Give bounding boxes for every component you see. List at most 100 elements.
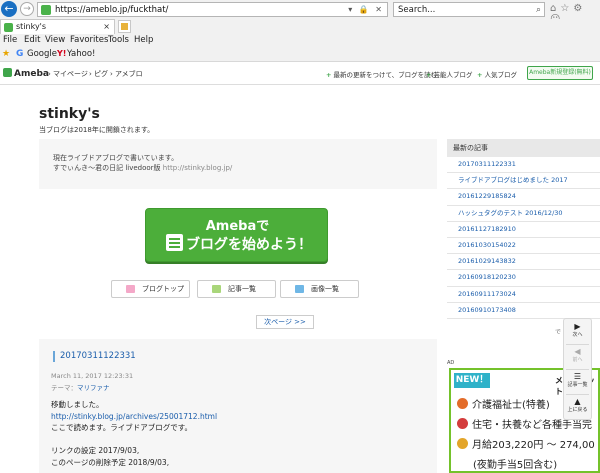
header-link-pigg[interactable]: › ピグ [89, 69, 108, 79]
divider [566, 394, 589, 395]
tab-close-icon[interactable]: × [103, 21, 110, 33]
ameba-logo-icon [3, 68, 12, 77]
header-right-link-popular[interactable]: + 人気ブログ [477, 69, 517, 79]
blog-top-button[interactable]: ブログトップ [111, 280, 190, 298]
ad-line-3-text: 月給203,220円 〜 274,00 [472, 440, 595, 451]
header-link-mypage-label: マイページ [53, 70, 88, 78]
entry-body-line: 移動しました。 [51, 400, 104, 409]
sidebar-item[interactable]: 20161030154022 [447, 238, 600, 255]
start-blog-button[interactable]: Amebaで ブログを始めよう！ [145, 208, 328, 262]
blog-icon [166, 234, 183, 251]
sidebar-recent-articles: 最新の記事 20170311122331 ライブドアブログはじめました 2017… [447, 139, 600, 319]
ad-new-badge: NEW！ [454, 373, 490, 388]
profile-text: 現在ライブドアブログで書いています。 [53, 154, 179, 162]
header-right-link-celebrity-label: 芸能人ブログ [433, 71, 473, 79]
menu-help[interactable]: Help [134, 35, 153, 46]
plus-icon: + [477, 71, 483, 79]
header-right-link-read-label: 最新の更新をつけて、ブログを読む [333, 71, 438, 79]
global-header: Ameba › マイページ › ピグ › アメブロ + 最新の更新をつけて、ブログ… [0, 62, 600, 85]
image-list-button[interactable]: 画像一覧 [280, 280, 359, 298]
url-text: https://ameblo.jp/fuckthat/ [55, 5, 169, 15]
signup-button[interactable]: Ameba新規登録(無料) [527, 66, 593, 80]
entry-title[interactable]: 20170311122331 [53, 351, 136, 362]
plus-icon: + [326, 71, 332, 79]
prev-label: 前へ [572, 357, 583, 363]
sidebar-item[interactable]: 20161029143832 [447, 254, 600, 271]
back-button[interactable]: ← [1, 1, 17, 17]
article-list-widget-button[interactable]: ☰ 記事一覧 [564, 372, 591, 388]
entry-body-line [51, 434, 217, 446]
menu-favorites[interactable]: Favorites [70, 35, 108, 46]
divider [566, 344, 589, 345]
sidebar-item[interactable]: ライブドアブログはじめました 2017 [447, 173, 600, 190]
blog-title[interactable]: stinky's [39, 106, 100, 122]
sidebar-item[interactable]: 20160911173024 [447, 287, 600, 303]
header-right-link-celebrity[interactable]: + 芸能人ブログ [426, 69, 472, 79]
entry-theme: テーマ：マリファナ [51, 382, 110, 392]
tab-stinky[interactable]: stinky's × [0, 19, 115, 34]
menu-edit[interactable]: Edit [24, 35, 40, 46]
arrow-left-icon: ◀ [574, 347, 581, 356]
next-label: 次へ [572, 332, 583, 338]
hand-icon [457, 418, 468, 429]
favorites-star-icon[interactable]: ★ [2, 49, 10, 59]
header-right-link-read[interactable]: + 最新の更新をつけて、ブログを読む [326, 69, 437, 79]
menu-view[interactable]: View [45, 35, 65, 46]
search-field[interactable]: Search... ⌕ [393, 2, 545, 17]
blog-description: 当ブログは2018年に開鎖されます。 [39, 126, 155, 134]
arrow-up-icon: ▲ [574, 397, 581, 406]
new-tab-button[interactable] [118, 20, 131, 33]
header-right-link-popular-label: 人気ブログ [484, 71, 517, 79]
favorite-google[interactable]: Google [27, 49, 57, 59]
ameba-logo[interactable]: Ameba [3, 68, 49, 79]
search-icon[interactable]: ⌕ [536, 4, 541, 16]
prev-article-button[interactable]: ◀ 前へ [564, 347, 591, 363]
yahoo-icon: Y! [57, 49, 67, 58]
sidebar-item[interactable]: 20161127182910 [447, 222, 600, 238]
site-favicon-icon [41, 5, 51, 15]
menu-file[interactable]: File [3, 35, 17, 46]
ad-line-2-text: 住宅・扶養など各種手当完 [472, 420, 592, 431]
profile-source: livedoor版 [125, 164, 161, 172]
favorites-bar: ★ G Google Y! Yahoo! [0, 47, 600, 62]
favorite-yahoo[interactable]: Yahoo! [67, 49, 95, 59]
google-icon: G [16, 49, 24, 59]
entry-theme-label: テーマ： [51, 384, 77, 392]
lock-refresh-icon[interactable]: ▾ 🔒 ✕ [348, 4, 384, 16]
header-link-pigg-label: ピグ [94, 70, 109, 78]
entry-theme-link[interactable]: マリファナ [77, 384, 110, 392]
list-label: 記事一覧 [567, 382, 588, 388]
scroll-widget: ▶ 次へ ◀ 前へ ☰ 記事一覧 ▲ 上に戻る [563, 318, 592, 420]
next-page-link[interactable]: 次ページ >> [256, 315, 314, 329]
sidebar-item[interactable]: 20170311122331 [447, 157, 600, 174]
entry-body-link[interactable]: http://stinky.blog.jp/archives/25001712.… [51, 411, 217, 423]
header-link-ameblo-label: アメブロ [115, 70, 143, 78]
plus-icon: + [426, 71, 432, 79]
next-article-button[interactable]: ▶ 次へ [564, 322, 591, 338]
tab-row: stinky's × [0, 19, 600, 34]
menu-tools[interactable]: Tools [108, 35, 129, 46]
article-list-button[interactable]: 記事一覧 [197, 280, 276, 298]
header-link-ameblo[interactable]: › アメブロ [110, 69, 143, 79]
camera-icon [295, 285, 304, 293]
profile-box: 現在ライブドアブログで書いています。 すでぃんき〜君の日記 livedoor版 … [39, 139, 437, 189]
sidebar-item[interactable]: 20160918120230 [447, 270, 600, 287]
sidebar-heading: 最新の記事 [447, 139, 600, 157]
url-field[interactable]: https://ameblo.jp/fuckthat/ ▾ 🔒 ✕ [37, 2, 388, 17]
profile-url[interactable]: http://stinky.blog.jp/ [163, 164, 232, 172]
ad-line-4: (夜勤手当5回含む) [473, 460, 558, 471]
cta-line2: ブログを始めよう！ [186, 237, 312, 253]
sidebar-item[interactable]: 20160910173408 [447, 303, 600, 319]
ad-line-3: 月給203,220円 〜 274,00 [457, 436, 595, 451]
header-link-mypage[interactable]: › マイページ [48, 69, 88, 79]
entry-body: 移動しました。 http://stinky.blog.jp/archives/2… [51, 399, 217, 468]
sidebar-item[interactable]: 20161229185824 [447, 189, 600, 206]
entry-body-line: ここで読めます。ライブドアブログです。 [51, 423, 192, 432]
image-list-label: 画像一覧 [311, 285, 339, 293]
forward-button[interactable]: → [20, 2, 34, 16]
back-to-top-button[interactable]: ▲ 上に戻る [564, 397, 591, 413]
yen-icon [457, 438, 468, 449]
profile-link-line: すでぃんき〜君の日記 livedoor版 http://stinky.blog.… [53, 163, 232, 173]
entry-article: 20170311122331 March 11, 2017 12:23:31 テ… [39, 339, 437, 473]
sidebar-item[interactable]: ハッシュタグのテスト 2016/12/30 [447, 206, 600, 222]
